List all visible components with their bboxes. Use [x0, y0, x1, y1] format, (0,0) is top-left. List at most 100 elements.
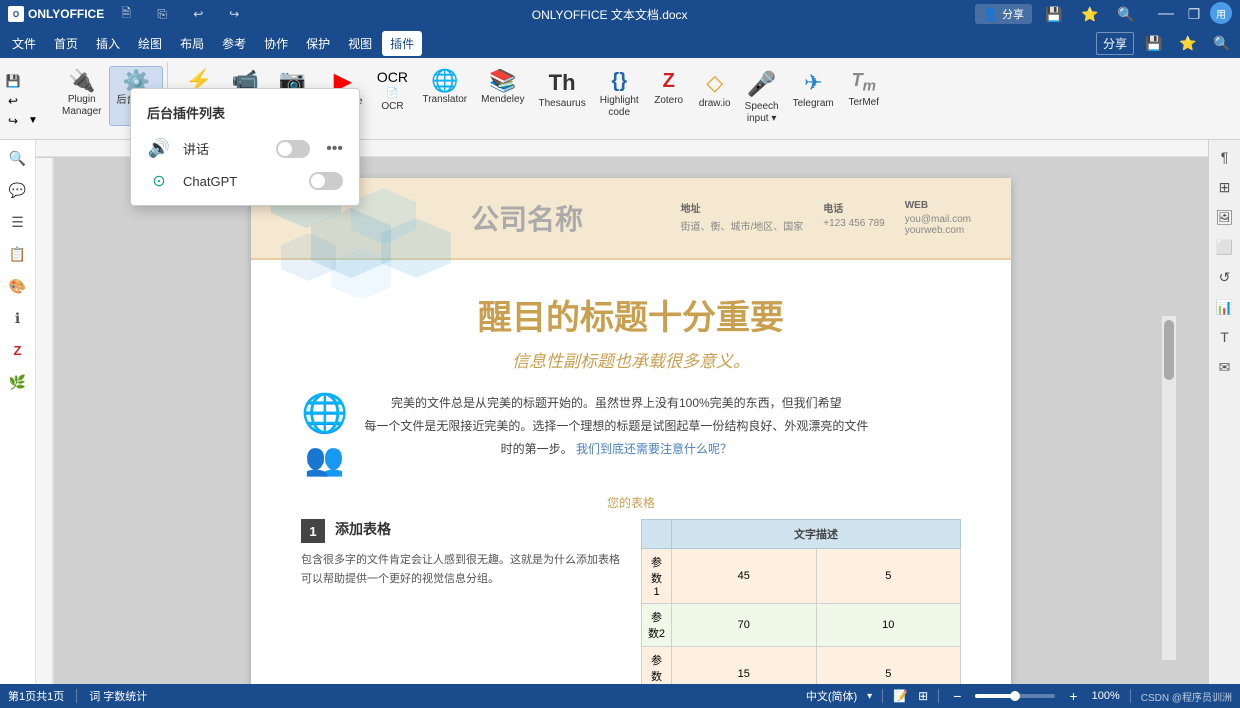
zoom-slider[interactable]: [975, 694, 1055, 698]
track-changes-btn[interactable]: 📝: [893, 689, 908, 703]
table-cell-val2: 5: [816, 647, 961, 685]
table-header: 文字描述: [672, 520, 961, 549]
win-btn-2[interactable]: ⎘: [152, 6, 172, 22]
menu-draw[interactable]: 绘图: [130, 31, 170, 56]
speech-input-btn[interactable]: 🎤 Speechinput ▾: [739, 66, 785, 126]
backend-dropdown: 后台插件列表 🔊 讲话 ••• ⊙ ChatGPT: [130, 88, 360, 206]
menu-file[interactable]: 文件: [4, 31, 44, 56]
zoom-level: 100%: [1092, 690, 1120, 702]
minimize-btn[interactable]: —: [1156, 6, 1176, 22]
termef-icon: Tm: [852, 70, 876, 95]
qa-save[interactable]: 💾: [4, 72, 22, 90]
ocr-btn[interactable]: OCR📄 OCR: [370, 66, 414, 126]
menu-collab[interactable]: 协作: [256, 31, 296, 56]
right-chart-icon[interactable]: 📊: [1212, 294, 1238, 320]
thesaurus-btn[interactable]: Th Thesaurus: [533, 66, 592, 126]
title-bar: O ONLYOFFICE 🗎 ⎘ ↩ ↪ ONLYOFFICE 文本文档.doc…: [0, 0, 1240, 28]
zoom-in-btn[interactable]: +: [1065, 688, 1081, 704]
word-count[interactable]: 词 字数统计: [89, 688, 147, 704]
drawio-icon: ◇: [706, 70, 723, 96]
win-btn-4[interactable]: ↪: [224, 6, 244, 22]
termef-btn[interactable]: Tm TerMef: [842, 66, 886, 126]
menu-insert[interactable]: 插入: [88, 31, 128, 56]
speech-input-icon: 🎤: [747, 70, 777, 99]
doc-scroll[interactable]: 公司名称 地址 街道、衡、城市/地区、国家 电话 +123 456 789 WE…: [54, 158, 1208, 684]
maximize-btn[interactable]: ❐: [1184, 6, 1204, 22]
plugin-manager-btn[interactable]: 🔌 PluginManager: [56, 66, 107, 126]
table-cell-label: 参数 1: [642, 549, 672, 604]
zotero-icon: Z: [663, 70, 675, 93]
mendeley-btn[interactable]: 📚 Mendeley: [475, 66, 530, 126]
right-mail-icon[interactable]: ✉: [1212, 354, 1238, 380]
sidebar-zotero[interactable]: Z: [4, 336, 32, 364]
right-action-2[interactable]: 💾: [1140, 31, 1168, 55]
win-btn-1[interactable]: 🗎: [116, 6, 136, 22]
sidebar-comment[interactable]: 💬: [4, 176, 32, 204]
right-para-icon[interactable]: ¶: [1212, 144, 1238, 170]
bookmark-btn[interactable]: ⭐: [1076, 2, 1104, 26]
win-btn-3[interactable]: ↩: [188, 6, 208, 22]
right-image-icon[interactable]: 🖼: [1212, 204, 1238, 230]
right-action-1[interactable]: 分享: [1096, 32, 1134, 55]
right-action-3[interactable]: ⭐: [1174, 31, 1202, 55]
qa-more[interactable]: ▼: [24, 112, 42, 130]
ocr-icon: OCR📄: [377, 70, 408, 99]
doc-address-val: 街道、衡、城市/地区、国家: [680, 218, 803, 233]
speech-dots-menu[interactable]: •••: [326, 140, 343, 158]
sidebar-format[interactable]: 🎨: [4, 272, 32, 300]
translator-btn[interactable]: 🌐 Translator: [416, 66, 473, 126]
qa-redo[interactable]: ↪: [4, 112, 22, 130]
right-sidebar: ¶ ⊞ 🖼 ⬜ ↺ 📊 T ✉: [1208, 140, 1240, 684]
status-divider-4: [1130, 689, 1131, 703]
csdn-watermark: CSDN @程序员训洲: [1141, 689, 1232, 704]
sidebar-search[interactable]: 🔍: [4, 144, 32, 172]
search-btn[interactable]: 🔍: [1112, 2, 1140, 26]
termef-label: TerMef: [848, 97, 879, 109]
sidebar-track[interactable]: 📋: [4, 240, 32, 268]
status-divider-1: [76, 689, 77, 703]
menu-protect[interactable]: 保护: [298, 31, 338, 56]
app-logo: O ONLYOFFICE: [8, 6, 104, 22]
status-divider-3: [938, 689, 939, 703]
menu-home[interactable]: 首页: [46, 31, 86, 56]
fit-page-btn[interactable]: ⊞: [918, 689, 928, 703]
right-action-4[interactable]: 🔍: [1208, 31, 1236, 55]
table-row: 参数 3 15 5: [642, 647, 961, 685]
table-cell-val1: 15: [672, 647, 817, 685]
translator-icon: 🌐: [431, 70, 458, 92]
right-rotate-icon[interactable]: ↺: [1212, 264, 1238, 290]
menu-layout[interactable]: 布局: [172, 31, 212, 56]
status-right: 中文(简体) ▾ 📝 ⊞ − + 100% CSDN @程序员训洲: [806, 688, 1232, 704]
scroll-thumb[interactable]: [1164, 320, 1174, 380]
menu-plugins[interactable]: 插件: [382, 31, 422, 56]
sidebar-plugin[interactable]: 🌿: [4, 368, 32, 396]
save-btn[interactable]: 💾: [1040, 2, 1068, 26]
doc-section-row: 1 添加表格 包含很多字的文件肯定会让人感到很无趣。这就是为什么添加表格可以帮助…: [301, 519, 961, 684]
menu-reference[interactable]: 参考: [214, 31, 254, 56]
drawio-btn[interactable]: ◇ draw.io: [693, 66, 737, 126]
speech-toggle[interactable]: [276, 140, 310, 158]
doc-body-link[interactable]: 我们到底还需要注意什么呢？: [576, 442, 732, 456]
doc-area: 公司名称 地址 街道、衡、城市/地区、国家 电话 +123 456 789 WE…: [54, 158, 1208, 684]
qa-undo[interactable]: ↩: [4, 92, 22, 110]
chatgpt-toggle[interactable]: [309, 172, 343, 190]
language-dropdown-icon[interactable]: ▾: [867, 691, 872, 702]
language-selector[interactable]: 中文(简体): [806, 688, 857, 704]
right-shape-icon[interactable]: ⬜: [1212, 234, 1238, 260]
right-grid-icon[interactable]: ⊞: [1212, 174, 1238, 200]
translator-label: Translator: [422, 94, 467, 106]
telegram-btn[interactable]: ✈ Telegram: [787, 66, 840, 126]
sidebar-info[interactable]: ℹ: [4, 304, 32, 332]
menu-view[interactable]: 视图: [340, 31, 380, 56]
zotero-btn[interactable]: Z Zotero: [647, 66, 691, 126]
highlight-code-btn[interactable]: {} Highlightcode: [594, 66, 645, 126]
drawio-label: draw.io: [699, 98, 731, 110]
chatgpt-toggle-knob: [311, 174, 325, 188]
right-text-icon[interactable]: T: [1212, 324, 1238, 350]
zoom-out-btn[interactable]: −: [949, 688, 965, 704]
scroll-track[interactable]: [1162, 316, 1176, 660]
doc-web-val1: you@mail.com: [905, 214, 971, 225]
telegram-label: Telegram: [793, 98, 834, 110]
sidebar-headings[interactable]: ☰: [4, 208, 32, 236]
share-button[interactable]: 👤 分享: [975, 4, 1032, 24]
